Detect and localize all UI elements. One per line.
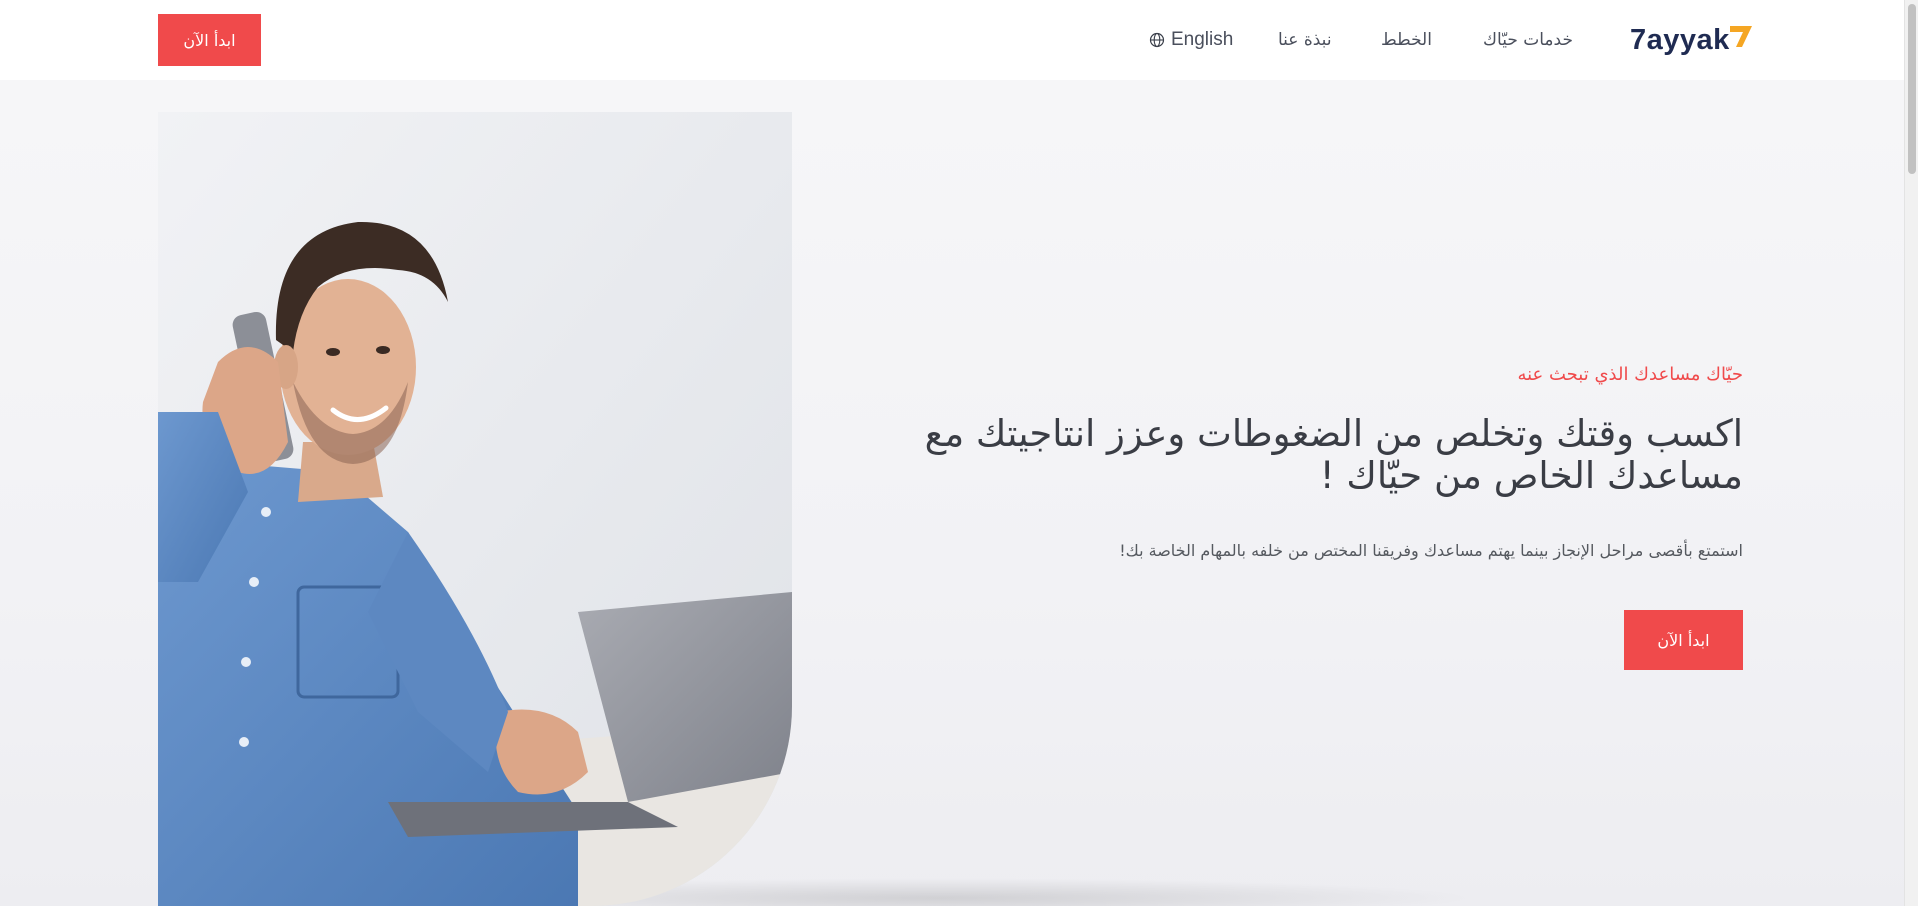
hero-eyebrow: حيّاك مساعدك الذي تبحث عنه (1517, 364, 1743, 385)
logo-mark-icon (1729, 26, 1752, 47)
logo-text: 7ayyak (1630, 24, 1730, 56)
nav-about-label: نبذة عنا (1278, 30, 1332, 50)
man-on-phone-illustration (158, 112, 792, 906)
nav-item-plans[interactable]: الخطط (1381, 0, 1432, 80)
language-switch[interactable]: English (1149, 0, 1233, 80)
logo[interactable]: 7ayyak (1630, 20, 1754, 60)
nav-item-services[interactable]: خدمات حيّاك (1483, 0, 1573, 80)
start-now-header-button[interactable]: ابدأ الآن (158, 14, 261, 66)
page-scrollbar[interactable] (1904, 0, 1918, 906)
nav-plans-label: الخطط (1381, 30, 1432, 50)
site-header: ابدأ الآن English نبذة عنا الخطط خدمات ح… (0, 0, 1904, 80)
hero-subtext: استمتع بأقصى مراحل الإنجاز بينما يهتم مس… (1119, 541, 1743, 560)
hero-text: حيّاك مساعدك الذي تبحث عنه اكسب وقتك وتخ… (843, 364, 1743, 670)
page: ابدأ الآن English نبذة عنا الخطط خدمات ح… (0, 0, 1918, 906)
globe-icon (1149, 32, 1165, 48)
scrollbar-thumb[interactable] (1908, 4, 1916, 174)
hero-headline-line2: مساعدك الخاص من حيّاك ! (1319, 454, 1743, 497)
hero-photo (158, 112, 792, 906)
start-now-hero-button[interactable]: ابدأ الآن (1624, 610, 1743, 670)
hero-headline-line1: اكسب وقتك وتخلص من الضغوطات وعزز انتاجيت… (924, 412, 1743, 455)
language-label: English (1171, 29, 1234, 50)
nav-services-label: خدمات حيّاك (1483, 30, 1573, 50)
hero-headline: اكسب وقتك وتخلص من الضغوطات وعزز انتاجيت… (843, 413, 1743, 497)
nav-item-about[interactable]: نبذة عنا (1278, 0, 1332, 80)
